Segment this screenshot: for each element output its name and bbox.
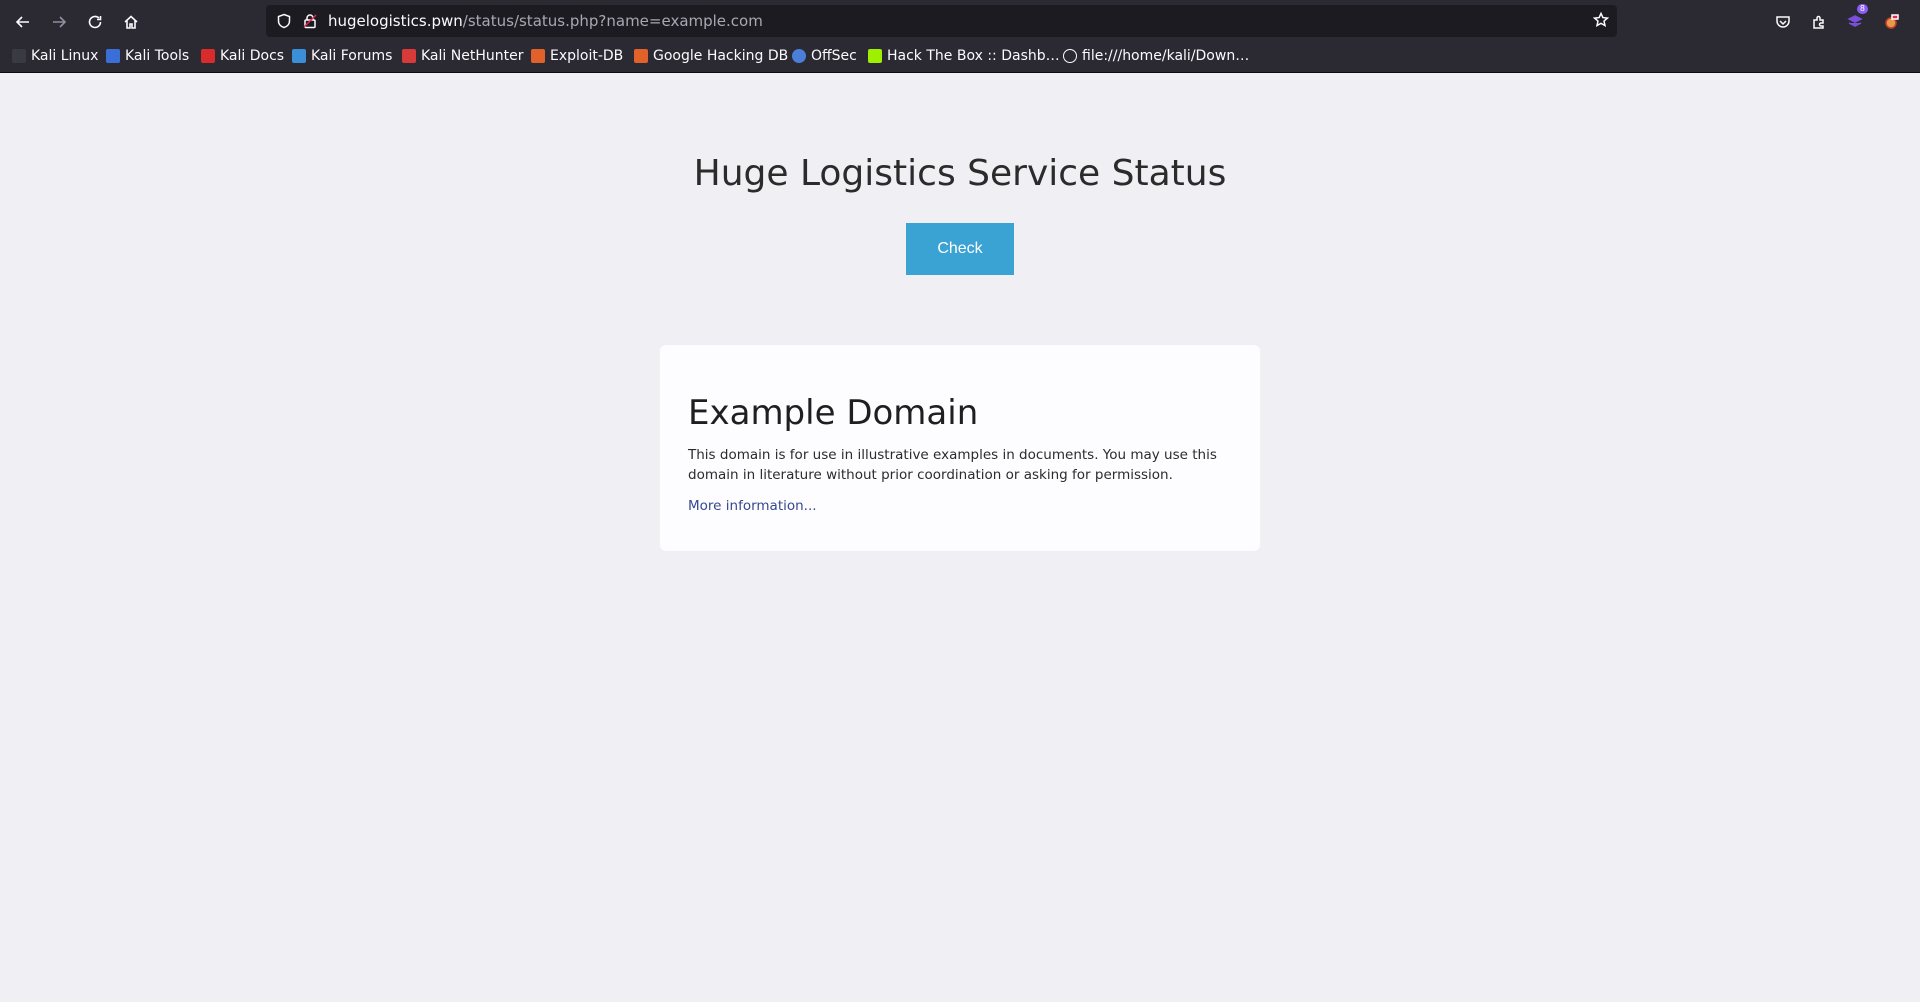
check-button[interactable]: Check xyxy=(906,223,1014,275)
bookmark-label: file:///home/kali/Down… xyxy=(1082,48,1250,64)
bookmark-item[interactable]: Hack The Box :: Dashb… xyxy=(868,48,1060,64)
address-bar[interactable]: hugelogistics.pwn/status/status.php?name… xyxy=(266,5,1617,37)
arrow-right-icon xyxy=(53,16,67,28)
ghdb-icon xyxy=(634,49,648,63)
bookmark-label: Exploit-DB xyxy=(550,48,624,64)
kali-docs-icon xyxy=(201,49,215,63)
kali-nethunter-icon xyxy=(402,49,416,63)
browser-chrome: hugelogistics.pwn/status/status.php?name… xyxy=(0,0,1920,73)
url-text[interactable]: hugelogistics.pwn/status/status.php?name… xyxy=(328,12,763,30)
arrow-left-icon xyxy=(15,16,29,28)
bookmark-item[interactable]: Kali Tools xyxy=(106,48,189,64)
page-content: Huge Logistics Service Status Check Exam… xyxy=(0,73,1920,1002)
bookmark-item[interactable]: Kali Docs xyxy=(201,48,284,64)
globe-icon xyxy=(1063,49,1077,63)
url-host: hugelogistics.pwn xyxy=(328,12,463,30)
url-path: /status/status.php?name=example.com xyxy=(462,12,763,30)
bookmark-item[interactable]: file:///home/kali/Down… xyxy=(1063,48,1249,64)
profile-avatar-icon[interactable] xyxy=(1878,9,1904,35)
bookmark-item[interactable]: Exploit-DB xyxy=(531,48,623,64)
kali-dragon-icon xyxy=(12,49,26,63)
bookmark-label: Kali Docs xyxy=(220,48,285,64)
result-card: Example Domain This domain is for use in… xyxy=(660,345,1260,551)
bookmark-item[interactable]: Kali Forums xyxy=(292,48,392,64)
pocket-icon[interactable] xyxy=(1770,9,1796,35)
htb-cube-icon xyxy=(868,49,882,63)
menu-icon[interactable] xyxy=(1914,9,1920,35)
page-title: Huge Logistics Service Status xyxy=(693,153,1227,194)
bookmark-label: Kali Linux xyxy=(31,48,99,64)
extension-purple-icon[interactable]: 8 xyxy=(1842,4,1868,35)
kali-tools-icon xyxy=(106,49,120,63)
card-body: This domain is for use in illustrative e… xyxy=(688,447,1217,483)
bookmark-label: Kali Tools xyxy=(125,48,190,64)
kali-forums-icon xyxy=(292,49,306,63)
card-heading: Example Domain xyxy=(688,393,979,433)
bookmark-label: Kali Forums xyxy=(311,48,393,64)
bookmarks-toolbar: Kali Linux Kali Tools Kali Docs Kali For… xyxy=(0,42,1920,73)
extensions-icon[interactable] xyxy=(1806,9,1832,35)
bookmark-label: Google Hacking DB xyxy=(653,48,789,64)
bookmark-star-icon[interactable] xyxy=(1592,11,1610,32)
bookmark-item[interactable]: Kali NetHunter xyxy=(402,48,523,64)
bookmark-label: Kali NetHunter xyxy=(421,48,524,64)
back-button[interactable] xyxy=(10,9,36,35)
forward-button[interactable] xyxy=(46,9,72,35)
navigation-toolbar: hugelogistics.pwn/status/status.php?name… xyxy=(0,0,1920,42)
bookmark-item[interactable]: OffSec xyxy=(792,48,857,64)
bookmark-item[interactable]: Google Hacking DB xyxy=(634,48,788,64)
bookmark-label: OffSec xyxy=(811,48,857,64)
reload-icon xyxy=(88,15,102,29)
home-icon xyxy=(124,15,138,29)
offsec-icon xyxy=(792,49,806,63)
exploit-db-icon xyxy=(531,49,545,63)
home-button[interactable] xyxy=(118,9,144,35)
bookmark-label: Hack The Box :: Dashb… xyxy=(887,48,1060,64)
bookmark-item[interactable]: Kali Linux xyxy=(12,48,98,64)
more-information-link[interactable]: More information... xyxy=(688,498,817,514)
reload-button[interactable] xyxy=(82,9,108,35)
lock-icon[interactable] xyxy=(302,13,318,33)
tracking-protection-shield-icon[interactable] xyxy=(276,13,292,33)
extension-badge: 8 xyxy=(1856,4,1868,14)
